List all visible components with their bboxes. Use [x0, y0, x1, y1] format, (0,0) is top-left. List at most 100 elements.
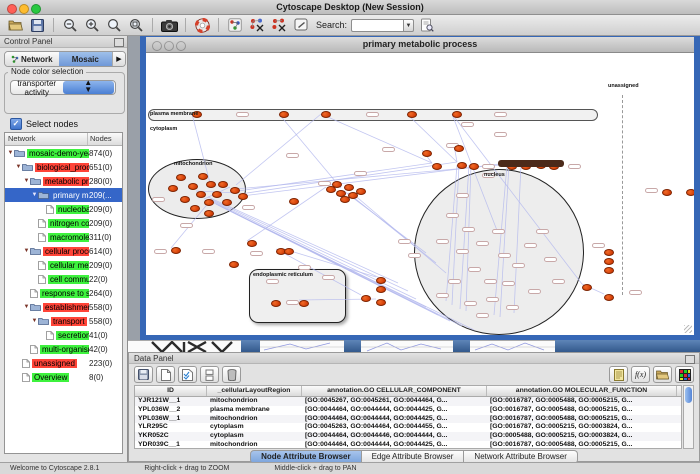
network-node[interactable] [407, 111, 417, 118]
network-node[interactable] [204, 199, 214, 206]
network-node[interactable] [238, 193, 248, 200]
tab-overflow-arrow-icon[interactable]: ▶ [112, 52, 125, 66]
network-node[interactable] [604, 267, 614, 274]
network-node[interactable] [356, 188, 366, 195]
background-window-titlebar[interactable] [241, 340, 260, 352]
network-node[interactable] [662, 189, 672, 196]
network-node[interactable] [469, 163, 479, 170]
network-edge[interactable] [494, 165, 507, 315]
network-node[interactable] [279, 111, 289, 118]
network-node[interactable] [332, 181, 342, 188]
help-lifering-icon[interactable] [193, 17, 211, 33]
network-edge[interactable] [500, 165, 509, 317]
table-column-header[interactable]: annotation.GO MOLECULAR_FUNCTION [487, 386, 677, 396]
expand-arrow-icon[interactable]: ▼ [23, 304, 30, 310]
table-row[interactable]: YPL036W__1mitochondrion[GO:0044464, GO:0… [135, 415, 681, 424]
network-node[interactable] [206, 181, 216, 188]
tree-col-nodes[interactable]: Nodes [88, 133, 122, 145]
tree-row[interactable]: nitrogen compo209(0) [5, 216, 122, 230]
network-node[interactable] [454, 145, 464, 152]
network-node[interactable] [222, 199, 232, 206]
network-node[interactable] [180, 196, 190, 203]
expand-arrow-icon[interactable]: ▼ [31, 192, 38, 198]
network-node[interactable] [229, 261, 239, 268]
network-edge[interactable] [514, 165, 521, 313]
float-data-panel-icon[interactable] [685, 355, 695, 364]
background-window[interactable] [361, 340, 453, 352]
annotation-icon[interactable] [292, 17, 310, 33]
network-node[interactable] [604, 258, 614, 265]
network-edge[interactable] [460, 165, 469, 309]
background-window[interactable] [128, 340, 241, 352]
expand-arrow-icon[interactable]: ▼ [7, 150, 14, 156]
tree-row[interactable]: cell communicat22(0) [5, 272, 122, 286]
network-node[interactable] [582, 284, 592, 291]
tree-row[interactable]: ▼cellular process614(0) [5, 244, 122, 258]
network-node[interactable] [271, 300, 281, 307]
network-node[interactable] [376, 286, 386, 293]
network-node[interactable] [284, 248, 294, 255]
table-row[interactable]: YLR295Ccytoplasm[GO:0045263, GO:0044464,… [135, 423, 681, 432]
zoom-selected-icon[interactable] [105, 17, 123, 33]
tree-row[interactable]: cellular metabol209(0) [5, 258, 122, 272]
network-node[interactable] [432, 163, 442, 170]
network-node[interactable] [218, 181, 228, 188]
network-edge[interactable] [452, 114, 582, 284]
network-node[interactable] [190, 205, 200, 212]
network-node[interactable] [198, 173, 208, 180]
network-window-titlebar[interactable]: primary metabolic process [146, 37, 694, 53]
network-node[interactable] [344, 184, 354, 191]
expand-arrow-icon[interactable]: ▼ [23, 248, 30, 254]
import-attributes-icon[interactable] [653, 366, 672, 383]
network-node[interactable] [340, 196, 350, 203]
table-row[interactable]: YPL036W__2plasma membrane[GO:0044464, GO… [135, 406, 681, 415]
expand-arrow-icon[interactable]: ▼ [31, 318, 38, 324]
tree-row[interactable]: nucleobase-209(0) [5, 202, 122, 216]
snapshot-camera-icon[interactable] [160, 17, 178, 33]
table-row[interactable]: YKR052Ccytoplasm[GO:0044464, GO:0044446,… [135, 432, 681, 441]
background-window-titlebar[interactable] [453, 340, 470, 352]
network-node[interactable] [422, 150, 432, 157]
network-edge[interactable] [279, 114, 341, 188]
formula-icon[interactable]: f(x) [631, 366, 650, 383]
background-window[interactable] [470, 340, 555, 352]
open-icon[interactable] [6, 17, 24, 33]
network-node[interactable] [604, 249, 614, 256]
network-edge[interactable] [407, 114, 457, 162]
network-node[interactable] [299, 300, 309, 307]
window-resize-grip[interactable] [684, 325, 692, 333]
network-node[interactable] [376, 277, 386, 284]
attribute-matrix-icon[interactable] [675, 366, 694, 383]
table-column-header[interactable]: annotation.GO CELLULAR_COMPONENT [302, 386, 487, 396]
network-edge[interactable] [466, 165, 471, 311]
new-attribute-icon[interactable] [156, 366, 175, 383]
node-color-dropdown[interactable]: transporter activity ▲▼ [10, 80, 116, 95]
minimize-network-icon[interactable] [164, 41, 174, 51]
table-scrollbar[interactable] [683, 385, 694, 449]
network-node[interactable] [604, 294, 614, 301]
network-edge[interactable] [212, 201, 416, 299]
minimize-window-icon[interactable] [19, 4, 29, 14]
tree-row[interactable]: Overview8(0) [5, 370, 122, 384]
search-input[interactable] [351, 19, 403, 32]
zoom-window-icon[interactable] [31, 4, 41, 14]
search-dropdown-icon[interactable]: ▼ [403, 19, 414, 32]
unselect-attributes-icon[interactable] [200, 366, 219, 383]
tree-col-network[interactable]: Network [5, 133, 88, 145]
tab-mosaic[interactable]: Mosaic [59, 52, 113, 66]
tree-row[interactable]: ▼primary metabo209(... [5, 188, 122, 202]
node-appearance-icon[interactable] [248, 17, 266, 33]
close-network-icon[interactable] [152, 41, 162, 51]
scrollbar-thumb[interactable] [685, 387, 692, 403]
network-node[interactable] [321, 111, 331, 118]
table-row[interactable]: YDR039C__1mitochondrion[GO:0044464, GO:0… [135, 441, 681, 449]
advanced-search-icon[interactable] [418, 17, 436, 33]
attribute-save-icon[interactable] [134, 366, 153, 383]
network-edge[interactable] [348, 193, 436, 263]
table-column-header[interactable]: ID [135, 386, 207, 396]
tree-row[interactable]: ▼metabolic process280(0) [5, 174, 122, 188]
tree-row[interactable]: response to stimulu264(0) [5, 286, 122, 300]
network-node[interactable] [196, 191, 206, 198]
network-node[interactable] [289, 198, 299, 205]
close-window-icon[interactable] [7, 4, 17, 14]
